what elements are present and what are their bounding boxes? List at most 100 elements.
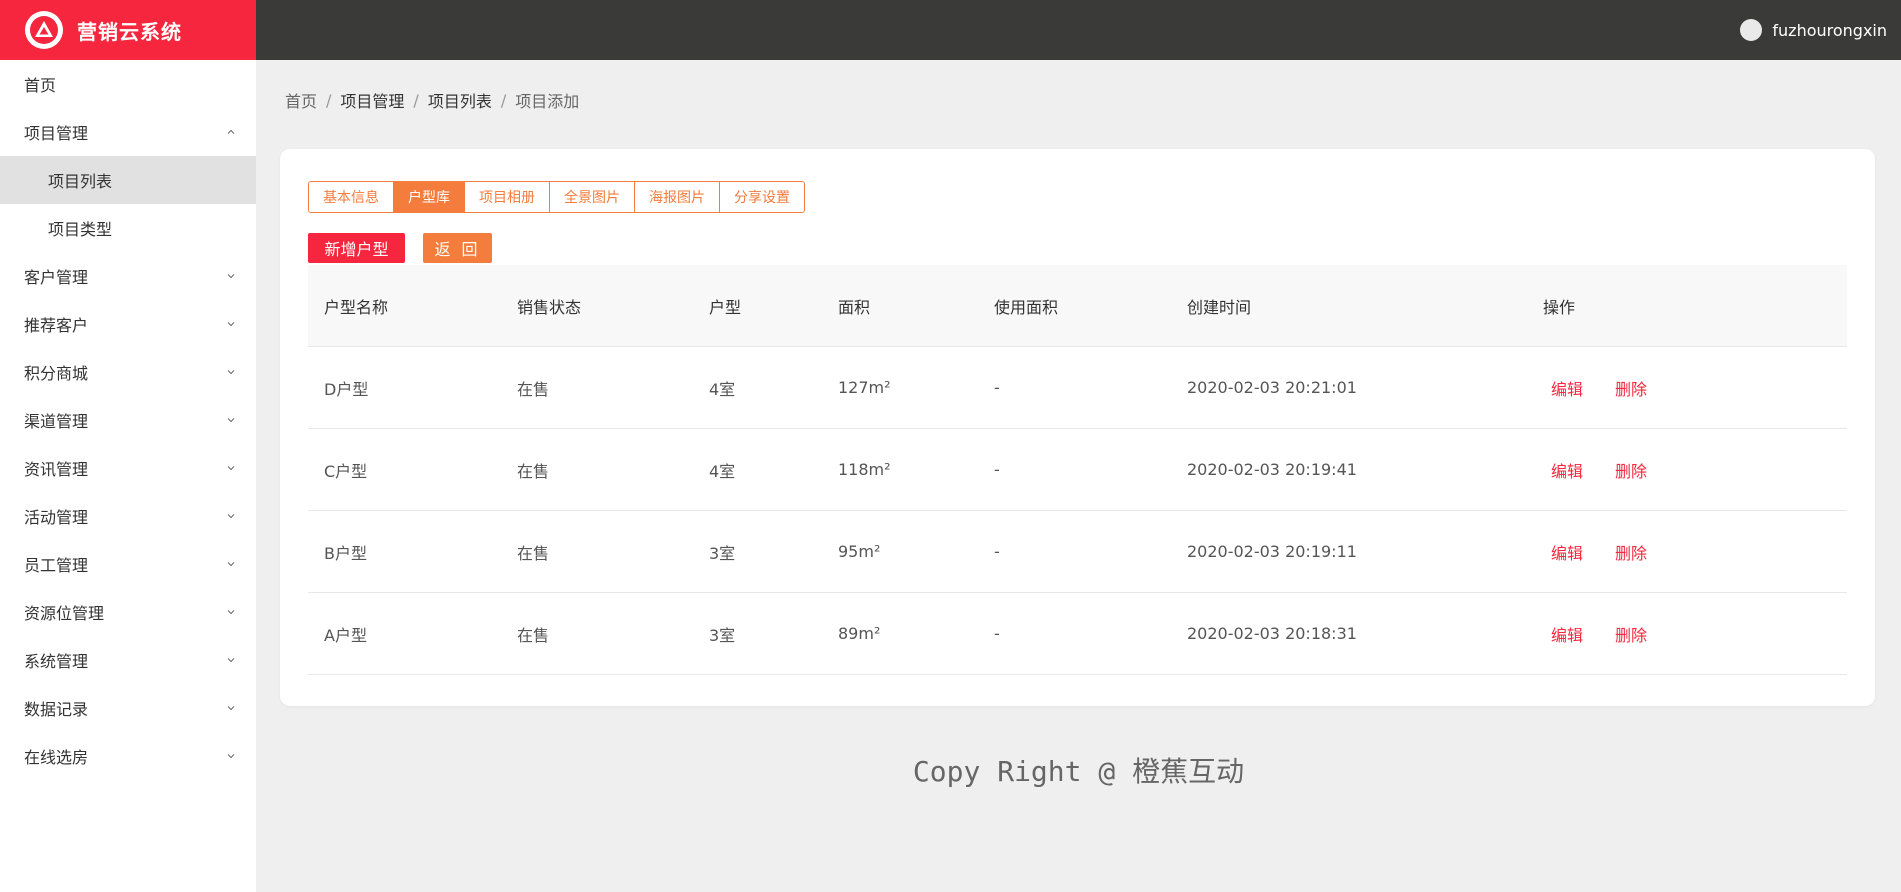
breadcrumb-current: 项目添加	[515, 92, 580, 111]
sidebar-item-data-records[interactable]: 数据记录	[0, 684, 256, 732]
sidebar-item-system-management[interactable]: 系统管理	[0, 636, 256, 684]
sidebar-item-label: 资源位管理	[24, 604, 105, 623]
sidebar-item-online-room-selection[interactable]: 在线选房	[0, 732, 256, 780]
column-header: 创建时间	[1187, 297, 1252, 317]
sidebar-item-staff-management[interactable]: 员工管理	[0, 540, 256, 588]
table-row: A户型 在售 3室 89m² - 2020-02-03 20:18:31 编辑 …	[308, 593, 1847, 675]
usable-area-cell: -	[994, 542, 1000, 561]
column-header: 户型名称	[324, 297, 389, 317]
chevron-down-icon	[227, 754, 235, 759]
sidebar-item-project-type[interactable]: 项目类型	[0, 204, 256, 252]
usable-area-cell: -	[994, 378, 1000, 397]
usable-area-cell: -	[994, 624, 1000, 643]
content-card: 基本信息 户型库 项目相册 全景图片 海报图片 分享设置 新增户型 返 回 户型…	[280, 149, 1875, 706]
chevron-down-icon	[227, 562, 235, 567]
sidebar-item-recommended-customers[interactable]: 推荐客户	[0, 300, 256, 348]
edit-button[interactable]: 编辑	[1551, 622, 1583, 646]
layout-cell: 4室	[709, 379, 736, 399]
app-name: 营销云系统	[77, 19, 182, 44]
sidebar-item-resource-slot-management[interactable]: 资源位管理	[0, 588, 256, 636]
breadcrumb-project-list[interactable]: 项目列表	[428, 88, 492, 112]
sidebar-item-label: 活动管理	[24, 508, 89, 527]
chevron-down-icon	[227, 466, 235, 471]
created-time-cell: 2020-02-03 20:19:11	[1187, 542, 1357, 561]
sidebar-item-label: 系统管理	[24, 652, 89, 671]
created-time-cell: 2020-02-03 20:19:41	[1187, 460, 1357, 479]
sidebar-item-channel-management[interactable]: 渠道管理	[0, 396, 256, 444]
delete-button[interactable]: 删除	[1615, 376, 1647, 400]
sidebar-item-label: 项目列表	[48, 172, 113, 191]
sidebar-item-activity-management[interactable]: 活动管理	[0, 492, 256, 540]
sidebar-item-points-mall[interactable]: 积分商城	[0, 348, 256, 396]
breadcrumb-separator: /	[500, 90, 507, 110]
unit-name-cell: A户型	[324, 625, 367, 645]
chevron-down-icon	[227, 370, 235, 375]
tab-basic-info[interactable]: 基本信息	[309, 182, 394, 212]
chevron-down-icon	[227, 706, 235, 711]
sidebar-item-label: 积分商城	[24, 364, 89, 383]
chevron-down-icon	[227, 418, 235, 423]
user-menu[interactable]: fuzhourongxin	[1740, 0, 1887, 60]
sidebar-item-label: 资讯管理	[24, 460, 89, 479]
sale-status-cell: 在售	[517, 461, 550, 481]
usable-area-cell: -	[994, 460, 1000, 479]
layout-cell: 4室	[709, 461, 736, 481]
area-cell: 89m²	[838, 624, 881, 643]
back-button[interactable]: 返 回	[423, 233, 492, 263]
tab-unit-type-library[interactable]: 户型库	[394, 182, 465, 212]
created-time-cell: 2020-02-03 20:18:31	[1187, 624, 1357, 643]
username: fuzhourongxin	[1772, 20, 1887, 40]
layout-cell: 3室	[709, 543, 736, 563]
tab-panorama-images[interactable]: 全景图片	[550, 182, 635, 212]
sidebar-item-label: 项目管理	[24, 124, 89, 143]
sidebar: 首页 项目管理 项目列表 项目类型 客户管理 推荐客户 积分商城 渠道管理 资讯…	[0, 60, 256, 892]
sidebar-item-label: 数据记录	[24, 700, 89, 719]
edit-button[interactable]: 编辑	[1551, 376, 1583, 400]
breadcrumb-project-management[interactable]: 项目管理	[340, 88, 404, 112]
chevron-down-icon	[227, 658, 235, 663]
sidebar-item-label: 渠道管理	[24, 412, 89, 431]
tab-poster-images[interactable]: 海报图片	[635, 182, 720, 212]
delete-button[interactable]: 删除	[1615, 540, 1647, 564]
area-cell: 118m²	[838, 460, 891, 479]
column-header: 使用面积	[994, 297, 1059, 317]
add-unit-type-button[interactable]: 新增户型	[308, 233, 405, 263]
sidebar-item-news-management[interactable]: 资讯管理	[0, 444, 256, 492]
sidebar-item-home[interactable]: 首页	[0, 60, 256, 108]
sidebar-item-label: 客户管理	[24, 268, 89, 287]
tab-project-album[interactable]: 项目相册	[465, 182, 550, 212]
breadcrumb: 首页 / 项目管理 / 项目列表 / 项目添加	[285, 88, 579, 112]
edit-button[interactable]: 编辑	[1551, 540, 1583, 564]
column-header: 销售状态	[517, 297, 582, 317]
table-row: C户型 在售 4室 118m² - 2020-02-03 20:19:41 编辑…	[308, 429, 1847, 511]
delete-button[interactable]: 删除	[1615, 622, 1647, 646]
table-row: D户型 在售 4室 127m² - 2020-02-03 20:21:01 编辑…	[308, 347, 1847, 429]
unit-name-cell: B户型	[324, 543, 367, 563]
breadcrumb-home[interactable]: 首页	[285, 88, 317, 112]
sidebar-item-label: 项目类型	[48, 220, 113, 239]
sidebar-item-label: 在线选房	[24, 748, 89, 767]
sidebar-item-label: 首页	[24, 76, 57, 95]
created-time-cell: 2020-02-03 20:21:01	[1187, 378, 1357, 397]
top-header: 营销云系统 fuzhourongxin	[0, 0, 1901, 60]
edit-button[interactable]: 编辑	[1551, 458, 1583, 482]
area-cell: 127m²	[838, 378, 891, 397]
sale-status-cell: 在售	[517, 379, 550, 399]
unit-type-table: 户型名称 销售状态 户型 面积 使用面积 创建时间 操作 D户型 在售 4室 1…	[308, 265, 1847, 675]
delete-button[interactable]: 删除	[1615, 458, 1647, 482]
tab-share-settings[interactable]: 分享设置	[720, 182, 804, 212]
chevron-up-icon	[227, 129, 235, 134]
sidebar-item-project-management[interactable]: 项目管理	[0, 108, 256, 156]
unit-name-cell: D户型	[324, 379, 369, 399]
chevron-down-icon	[227, 514, 235, 519]
brand[interactable]: 营销云系统	[0, 0, 256, 60]
sidebar-item-project-list[interactable]: 项目列表	[0, 156, 256, 204]
breadcrumb-separator: /	[413, 90, 419, 110]
sale-status-cell: 在售	[517, 543, 550, 563]
sidebar-item-label: 员工管理	[24, 556, 89, 575]
chevron-down-icon	[227, 610, 235, 615]
column-header: 户型	[709, 297, 742, 317]
breadcrumb-separator: /	[326, 90, 332, 110]
column-header: 操作	[1543, 297, 1576, 317]
sidebar-item-customer-management[interactable]: 客户管理	[0, 252, 256, 300]
